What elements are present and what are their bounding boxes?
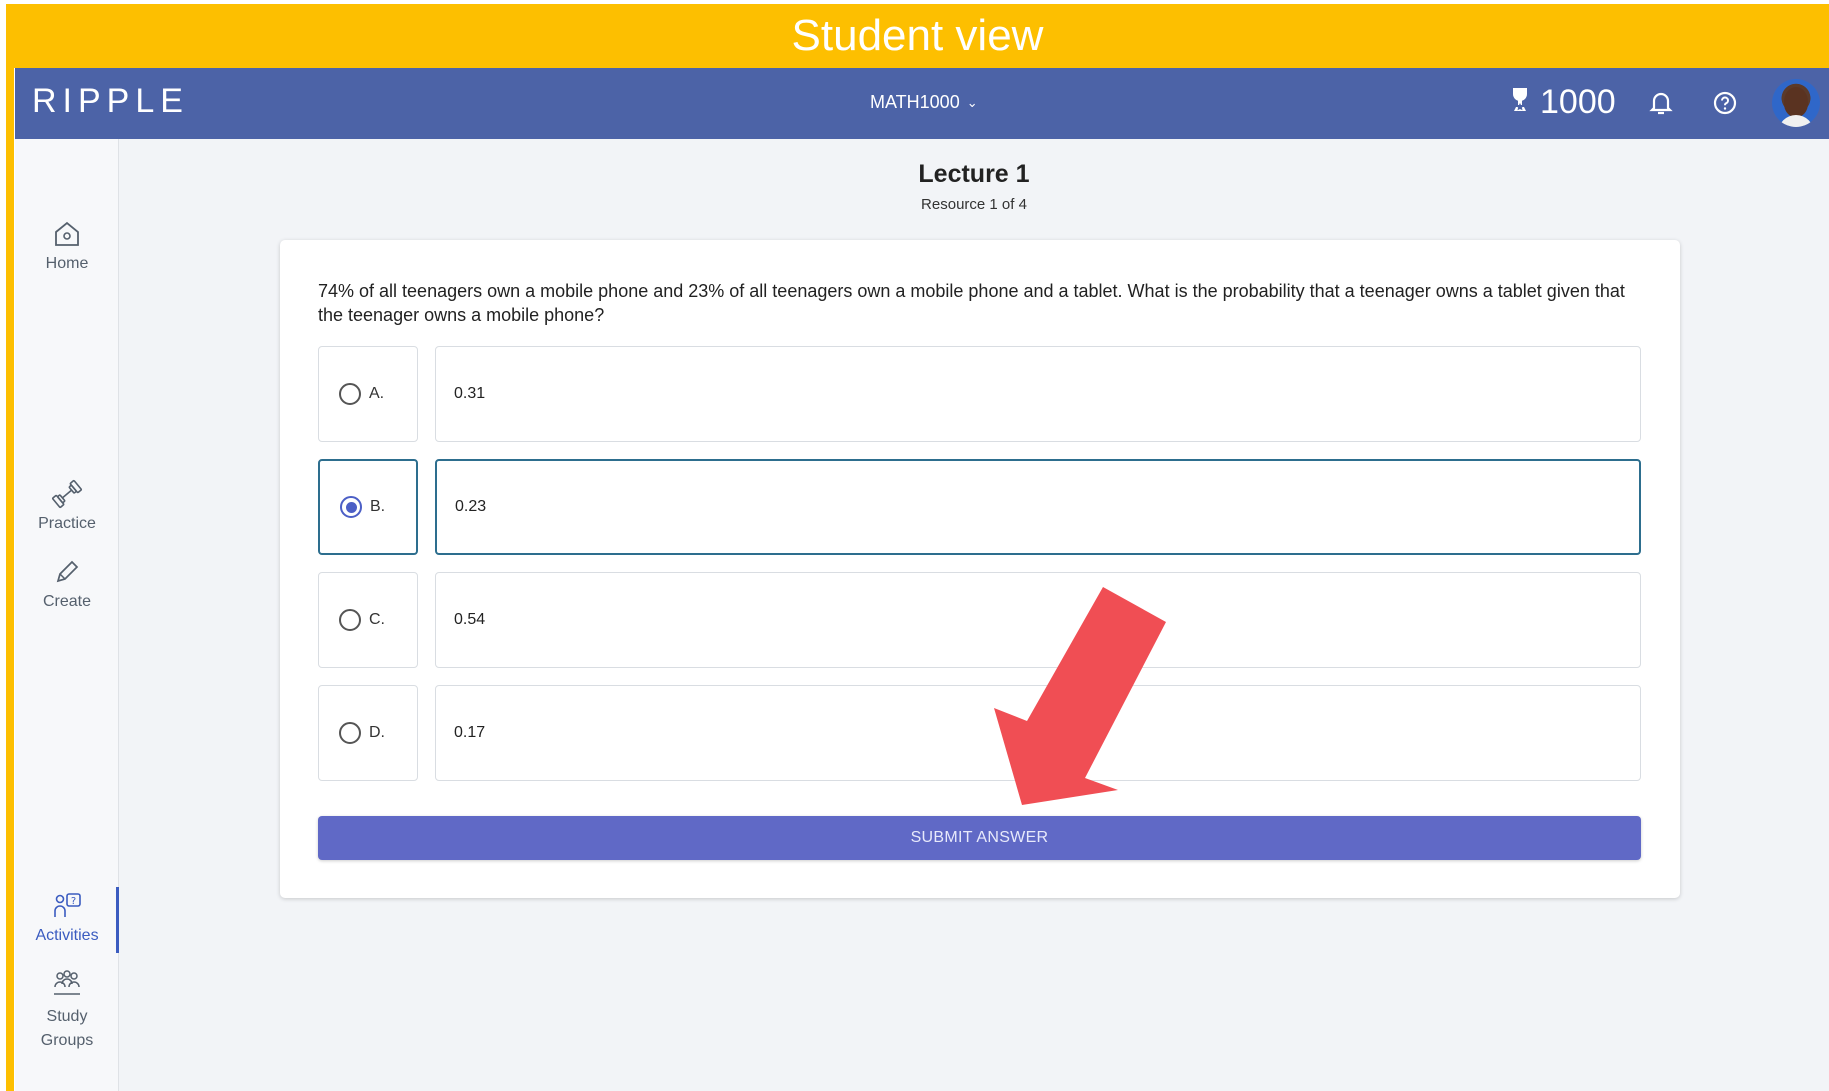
course-selector[interactable]: MATH1000 ⌄: [870, 92, 978, 113]
question-text: 74% of all teenagers own a mobile phone …: [318, 281, 1625, 325]
points-display: 1000: [1510, 83, 1616, 122]
screenshot-frame: Student view RIPPLE MATH1000 ⌄ 1000 Home…: [6, 4, 1829, 1091]
home-icon: [55, 221, 79, 246]
svg-text:?: ?: [71, 896, 76, 907]
option-d-answer[interactable]: 0.17: [435, 685, 1641, 781]
sidebar-label-home: Home: [45, 255, 89, 272]
option-b-letter: B.: [370, 498, 386, 515]
user-avatar[interactable]: [1772, 79, 1820, 127]
app-window: RIPPLE MATH1000 ⌄ 1000 Home Practice Cre…: [15, 68, 1829, 1091]
help-icon[interactable]: [1712, 90, 1738, 116]
course-name: MATH1000: [870, 92, 960, 112]
option-c-answer[interactable]: 0.54: [435, 572, 1641, 668]
left-highlight-rule: [6, 68, 14, 1091]
option-c-letter: C.: [369, 611, 385, 628]
activities-icon: ?: [54, 893, 81, 917]
option-a-letter: A.: [369, 385, 385, 402]
sidebar-item-home[interactable]: Home: [15, 219, 119, 273]
option-d-selector[interactable]: D.: [318, 685, 418, 781]
active-indicator: [116, 887, 119, 953]
points-value: 1000: [1540, 83, 1616, 121]
option-a-selector[interactable]: A.: [318, 346, 418, 442]
ripple-logo[interactable]: RIPPLE: [32, 82, 189, 121]
dumbbell-icon: [52, 480, 82, 508]
sidebar-item-practice[interactable]: Practice: [15, 479, 119, 533]
chevron-down-icon: ⌄: [966, 94, 978, 110]
sidebar-item-study-groups[interactable]: Study Groups: [15, 969, 119, 1053]
option-a-value: 0.31: [454, 385, 486, 402]
banner-label: Student view: [791, 11, 1044, 60]
top-navigation-bar: RIPPLE MATH1000 ⌄ 1000: [15, 68, 1829, 139]
sidebar: Home Practice Create ? Activities Study …: [15, 139, 119, 1091]
resource-counter: Resource 1 of 4: [921, 196, 1027, 213]
sidebar-item-create[interactable]: Create: [15, 557, 119, 611]
option-c-selector[interactable]: C.: [318, 572, 418, 668]
option-a-answer[interactable]: 0.31: [435, 346, 1641, 442]
sidebar-label-create: Create: [42, 593, 92, 610]
option-d-letter: D.: [369, 724, 385, 741]
study-groups-icon: [54, 970, 80, 995]
sidebar-label-practice: Practice: [38, 515, 96, 532]
option-b-answer[interactable]: 0.23: [435, 459, 1641, 555]
bell-icon[interactable]: [1647, 88, 1675, 118]
page-title: Lecture 1: [918, 160, 1030, 188]
sidebar-label-groups: Groups: [40, 1032, 94, 1049]
radio-d[interactable]: [339, 722, 361, 744]
radio-c[interactable]: [339, 609, 361, 631]
question-card: 74% of all teenagers own a mobile phone …: [280, 240, 1680, 898]
avatar-shirt: [1778, 115, 1814, 127]
submit-answer-button[interactable]: SUBMIT ANSWER: [318, 816, 1641, 860]
avatar-face: [1784, 87, 1808, 117]
sidebar-label-study: Study: [46, 1008, 88, 1025]
option-d-value: 0.17: [454, 724, 486, 741]
option-b-value: 0.23: [455, 498, 487, 515]
sidebar-label-activities: Activities: [35, 927, 99, 944]
pencil-icon: [56, 560, 79, 583]
option-b-selector[interactable]: B.: [318, 459, 418, 555]
option-c-value: 0.54: [454, 611, 486, 628]
radio-b[interactable]: [340, 496, 362, 518]
trophy-icon: [1510, 86, 1530, 119]
student-view-banner: Student view: [6, 4, 1829, 68]
radio-a[interactable]: [339, 383, 361, 405]
sidebar-item-activities[interactable]: ? Activities: [15, 891, 119, 945]
